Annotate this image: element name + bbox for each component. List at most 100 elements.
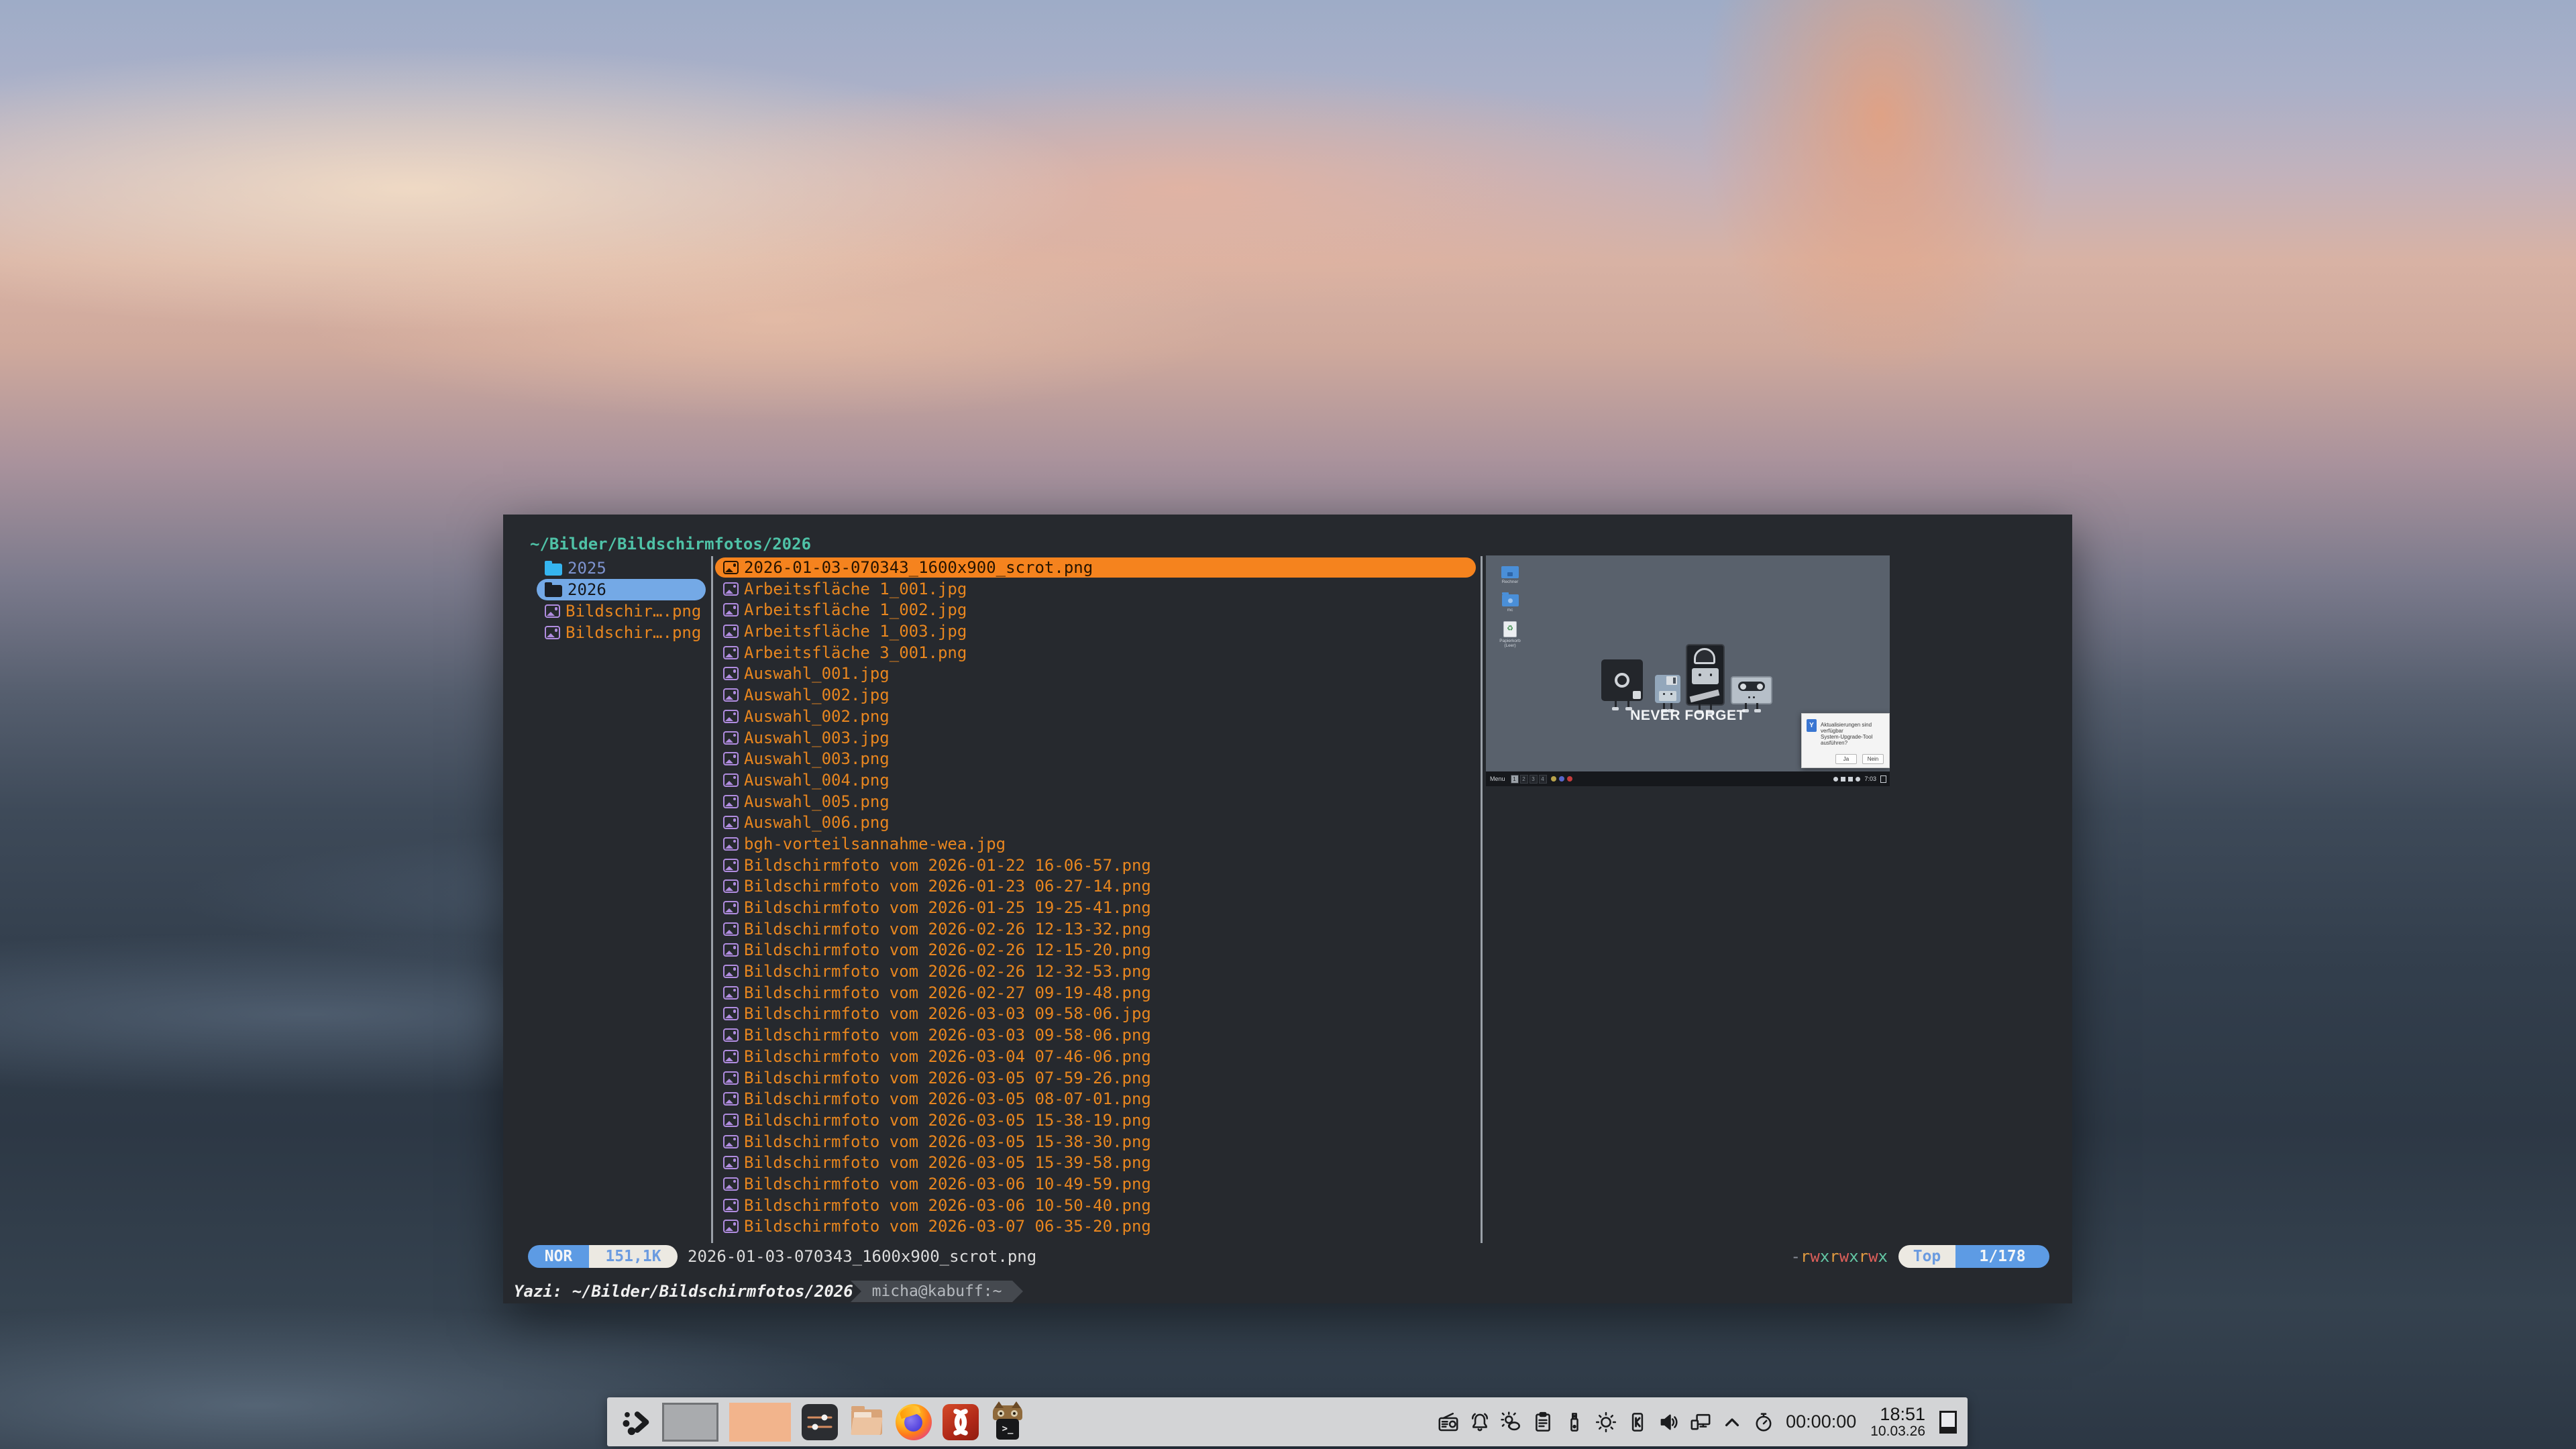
cassette-character xyxy=(1731,676,1772,704)
status-bar: NOR 151,1K 2026-01-03-070343_1600x900_sc… xyxy=(503,1245,2072,1268)
file-row[interactable]: Bildschirmfoto vom 2026-01-25 19-25-41.p… xyxy=(715,898,1476,918)
parent-dir-row[interactable]: Bildschir….png xyxy=(537,622,706,643)
file-row[interactable]: Auswahl_004.png xyxy=(715,770,1476,790)
file-row[interactable]: Bildschirmfoto vom 2026-03-06 10-50-40.p… xyxy=(715,1195,1476,1216)
tray-glyph xyxy=(1559,776,1564,782)
weather-icon[interactable] xyxy=(1499,1410,1523,1434)
image-file-icon xyxy=(723,816,739,829)
file-row[interactable]: Bildschirmfoto vom 2026-03-05 07-59-26.p… xyxy=(715,1068,1476,1088)
preview-workspace: 3 xyxy=(1529,775,1538,784)
icon-label: mc xyxy=(1507,608,1513,612)
terminal-tab-bar: Yazi: ~/Bilder/Bildschirmfotos/2026 mich… xyxy=(503,1280,2072,1303)
file-name: Auswahl_001.jpg xyxy=(744,664,890,683)
file-row[interactable]: Arbeitsfläche 1_002.jpg xyxy=(715,600,1476,620)
file-row[interactable]: bgh-vorteilsannahme-wea.jpg xyxy=(715,834,1476,854)
file-row[interactable]: Arbeitsfläche 1_001.jpg xyxy=(715,579,1476,599)
virtual-desktop-1[interactable] xyxy=(662,1403,718,1442)
removable-device-icon[interactable] xyxy=(1562,1410,1587,1434)
parent-dir-row[interactable]: Bildschir….png xyxy=(537,600,706,622)
virtual-desktop-2[interactable] xyxy=(729,1403,791,1442)
file-name: Bildschirmfoto vom 2026-02-26 12-32-53.p… xyxy=(744,962,1151,981)
file-row[interactable]: Bildschirmfoto vom 2026-03-05 08-07-01.p… xyxy=(715,1089,1476,1109)
file-name: Auswahl_005.png xyxy=(744,792,890,811)
file-row[interactable]: Bildschirmfoto vom 2026-03-04 07-46-06.p… xyxy=(715,1046,1476,1067)
mode-size-capsule: NOR 151,1K xyxy=(528,1245,678,1268)
file-row[interactable]: Auswahl_002.png xyxy=(715,706,1476,727)
file-name: Arbeitsfläche 1_002.jpg xyxy=(744,600,967,619)
file-count-badge: 1/178 xyxy=(1955,1245,2049,1268)
file-name: Bildschirmfoto vom 2026-03-05 08-07-01.p… xyxy=(744,1089,1151,1108)
image-file-icon xyxy=(723,752,739,765)
file-row[interactable]: Bildschirmfoto vom 2026-03-05 15-39-58.p… xyxy=(715,1152,1476,1173)
file-row[interactable]: Bildschirmfoto vom 2026-03-05 15-38-19.p… xyxy=(715,1110,1476,1130)
file-row[interactable]: Bildschirmfoto vom 2026-02-26 12-13-32.p… xyxy=(715,919,1476,939)
expand-caret-icon[interactable] xyxy=(1720,1410,1744,1434)
timer-readout[interactable]: 00:00:00 xyxy=(1786,1411,1856,1432)
file-row[interactable]: Auswahl_002.jpg xyxy=(715,685,1476,705)
terminal-window: ~/Bilder/Bildschirmfotos/2026 20252026Bi… xyxy=(503,515,2072,1303)
shell-tab[interactable]: micha@kabuff:~ xyxy=(851,1281,1023,1302)
volume-icon[interactable] xyxy=(1657,1410,1681,1434)
file-row[interactable]: Bildschirmfoto vom 2026-03-06 10-49-59.p… xyxy=(715,1174,1476,1194)
file-row[interactable]: Bildschirmfoto vom 2026-02-26 12-32-53.p… xyxy=(715,961,1476,981)
image-file-icon xyxy=(723,603,739,616)
file-row[interactable]: Bildschirmfoto vom 2026-02-26 12-15-20.p… xyxy=(715,940,1476,960)
file-row[interactable]: Bildschirmfoto vom 2026-01-23 06-27-14.p… xyxy=(715,876,1476,896)
file-row[interactable]: Bildschirmfoto vom 2026-03-03 09-58-06.p… xyxy=(715,1025,1476,1045)
file-manager-icon[interactable] xyxy=(849,1404,885,1440)
show-desktop-button[interactable] xyxy=(1939,1411,1957,1434)
double-commander-icon[interactable] xyxy=(943,1404,979,1440)
file-permissions: -rwxrwxrwx xyxy=(1790,1245,1888,1268)
notifications-bell-icon[interactable] xyxy=(1468,1410,1492,1434)
icon-label: Rechner xyxy=(1502,580,1519,584)
image-file-icon xyxy=(723,1220,739,1233)
file-row[interactable]: Bildschirmfoto vom 2026-03-03 09-58-06.j… xyxy=(715,1004,1476,1024)
file-row[interactable]: Auswahl_003.jpg xyxy=(715,728,1476,748)
image-file-icon xyxy=(723,943,739,957)
file-row[interactable]: Auswahl_006.png xyxy=(715,812,1476,833)
row-label: 2025 xyxy=(568,559,606,578)
file-row[interactable]: Auswahl_005.png xyxy=(715,792,1476,812)
display-layout-icon[interactable] xyxy=(1688,1410,1713,1434)
file-row[interactable]: Bildschirmfoto vom 2026-02-27 09-19-48.p… xyxy=(715,983,1476,1003)
brightness-icon[interactable] xyxy=(1594,1410,1618,1434)
file-row[interactable]: Bildschirmfoto vom 2026-03-05 15-38-30.p… xyxy=(715,1132,1476,1152)
image-file-icon xyxy=(723,1156,739,1169)
no-button: Nein xyxy=(1862,754,1884,764)
stopwatch-icon[interactable] xyxy=(1752,1410,1776,1434)
pane-divider xyxy=(1481,556,1483,1243)
digital-clock[interactable]: 18:51 10.03.26 xyxy=(1870,1405,1925,1438)
file-row[interactable]: Bildschirmfoto vom 2026-01-22 16-06-57.p… xyxy=(715,855,1476,875)
file-row[interactable]: Arbeitsfläche 1_003.jpg xyxy=(715,621,1476,641)
image-file-icon xyxy=(723,1177,739,1191)
file-name: Bildschirmfoto vom 2026-02-27 09-19-48.p… xyxy=(744,983,1151,1002)
radio-icon[interactable] xyxy=(1436,1410,1460,1434)
preview-workspace: 1 xyxy=(1511,775,1519,784)
file-name: Auswahl_002.jpg xyxy=(744,686,890,704)
file-name: 2026-01-03-070343_1600x900_scrot.png xyxy=(744,558,1093,577)
position-capsule: Top 1/178 xyxy=(1898,1245,2049,1268)
file-row[interactable]: Bildschirmfoto vom 2026-03-07 06-35-20.p… xyxy=(715,1216,1476,1236)
file-row[interactable]: Arbeitsfläche 3_001.png xyxy=(715,643,1476,663)
file-row[interactable]: Auswahl_003.png xyxy=(715,749,1476,769)
image-file-icon xyxy=(723,1071,739,1085)
kitty-terminal-icon[interactable]: >_ xyxy=(989,1404,1026,1440)
yes-button: Ja xyxy=(1835,754,1857,764)
file-name: Bildschirmfoto vom 2026-01-23 06-27-14.p… xyxy=(744,877,1151,896)
file-name: Arbeitsfläche 1_003.jpg xyxy=(744,622,967,641)
firefox-icon[interactable] xyxy=(896,1404,932,1440)
file-row[interactable]: 2026-01-03-070343_1600x900_scrot.png xyxy=(715,557,1476,578)
taskbar: >_ xyxy=(607,1397,1968,1446)
active-window-title: Yazi: ~/Bilder/Bildschirmfotos/2026 xyxy=(514,1280,853,1303)
app-menu-icon[interactable] xyxy=(621,1407,651,1438)
keepassxc-icon[interactable] xyxy=(1625,1410,1650,1434)
parent-dir-row[interactable]: 2026 xyxy=(537,579,706,600)
file-row[interactable]: Auswahl_001.jpg xyxy=(715,663,1476,684)
preview-desktop-icon: ♻ Papierkorb (Leer) xyxy=(1494,621,1526,648)
clipboard-icon[interactable] xyxy=(1531,1410,1555,1434)
folder-icon xyxy=(1502,594,1519,606)
settings-app-icon[interactable] xyxy=(802,1404,838,1440)
parent-dir-row[interactable]: 2025 xyxy=(537,557,706,579)
file-pane: 2026-01-03-070343_1600x900_scrot.png Arbe… xyxy=(715,557,1480,1238)
image-file-icon xyxy=(723,1007,739,1020)
